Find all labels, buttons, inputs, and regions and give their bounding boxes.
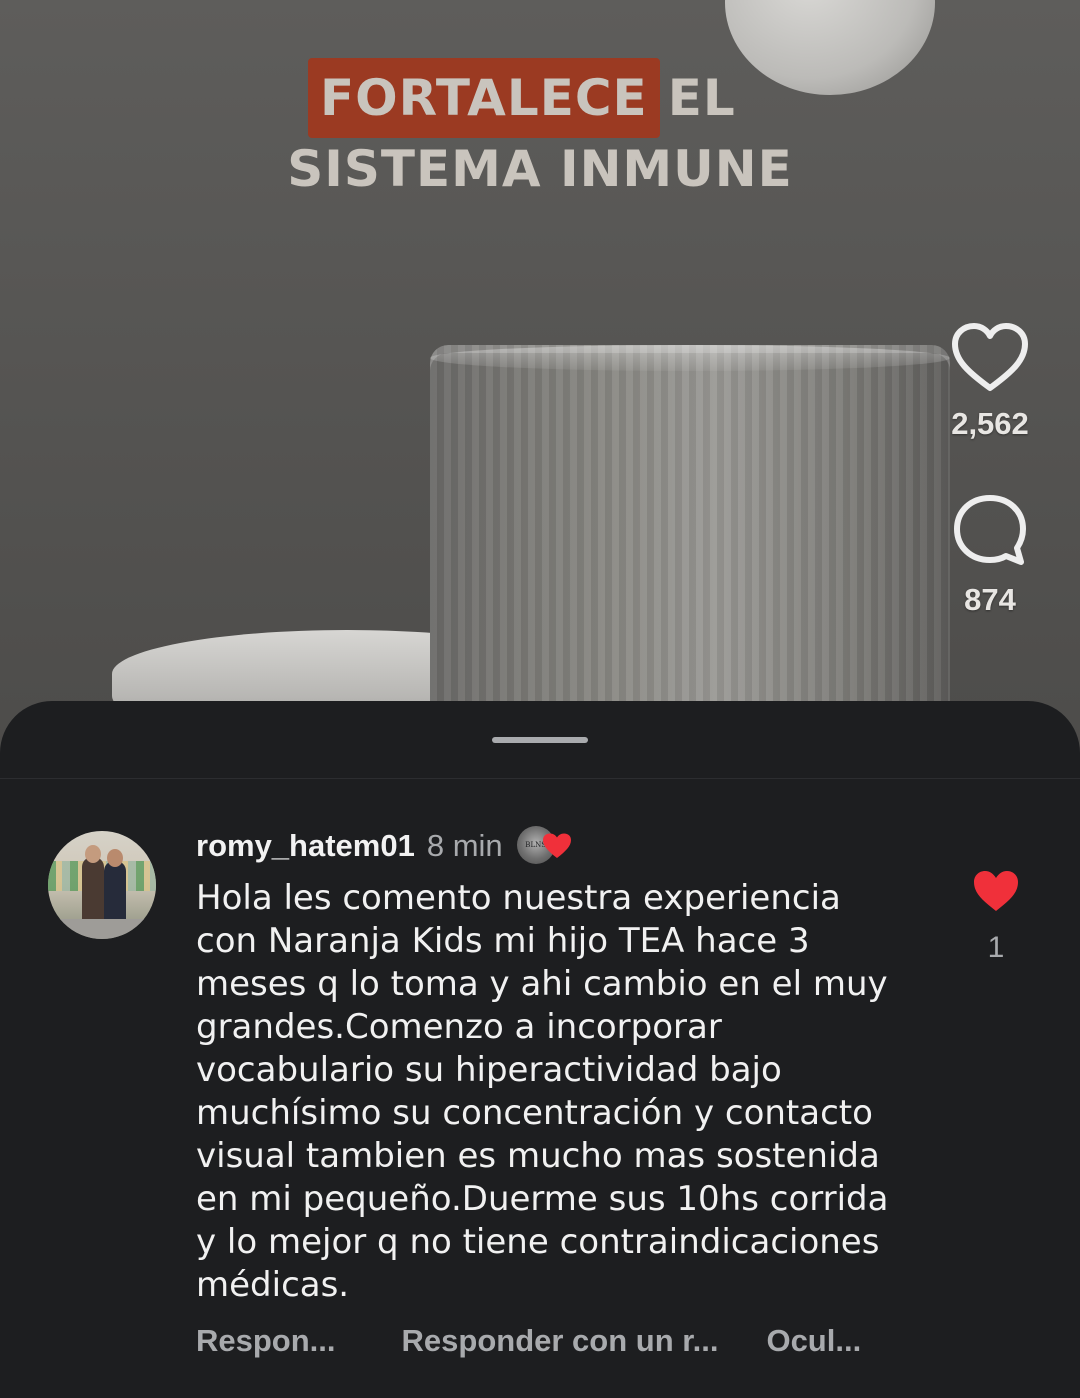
title-plain: EL <box>667 69 736 127</box>
comment-like[interactable]: 1 <box>960 869 1032 965</box>
title-highlight: FORTALECE <box>308 58 660 138</box>
comment-count: 874 <box>964 582 1016 617</box>
avatar-head-1 <box>85 845 101 863</box>
comment-action[interactable]: 874 <box>940 492 1040 618</box>
title-line-1: FORTALECE EL <box>308 58 736 138</box>
like-action[interactable]: 2,562 <box>940 322 1040 442</box>
reply-with-reel-button[interactable]: Responder con un r... <box>402 1323 719 1359</box>
heart-outline-icon[interactable] <box>950 322 1030 394</box>
reply-button[interactable]: Respon... <box>196 1323 336 1359</box>
action-column: 2,562 874 <box>940 322 1040 618</box>
sheet-drag-handle[interactable] <box>492 737 588 743</box>
glass-rim <box>430 345 950 371</box>
glass-shape <box>430 345 950 760</box>
comment-like-count: 1 <box>987 931 1005 964</box>
comment-actions: Respon... Responder con un r... Ocul... <box>196 1323 861 1359</box>
title-line-2: SISTEMA INMUNE <box>287 140 793 198</box>
comments-sheet: romy_hatem01 8 min BLNS Hola les comento… <box>0 701 1080 1398</box>
avatar-floor <box>48 919 156 939</box>
avatar-head-2 <box>107 849 123 867</box>
comment-text: Hola les comento nuestra experiencia con… <box>196 878 889 1305</box>
reel-screen: FORTALECE EL SISTEMA INMUNE 2,562 874 ro… <box>0 0 1080 1398</box>
heart-filled-icon <box>542 833 571 858</box>
comment-username[interactable]: romy_hatem01 <box>196 828 415 864</box>
comment-header: romy_hatem01 8 min BLNS <box>196 826 577 866</box>
video-player[interactable]: FORTALECE EL SISTEMA INMUNE 2,562 874 <box>0 0 1080 760</box>
comment-bubble-icon[interactable] <box>951 492 1029 570</box>
sheet-divider <box>0 778 1080 779</box>
user-avatar[interactable] <box>48 831 156 939</box>
heart-filled-icon[interactable] <box>972 869 1020 913</box>
egg-shape <box>725 0 935 95</box>
like-count: 2,562 <box>951 406 1029 441</box>
creator-liked-badge: BLNS <box>516 826 577 866</box>
comment-timestamp: 8 min <box>426 828 503 863</box>
hide-button[interactable]: Ocul... <box>766 1323 861 1359</box>
